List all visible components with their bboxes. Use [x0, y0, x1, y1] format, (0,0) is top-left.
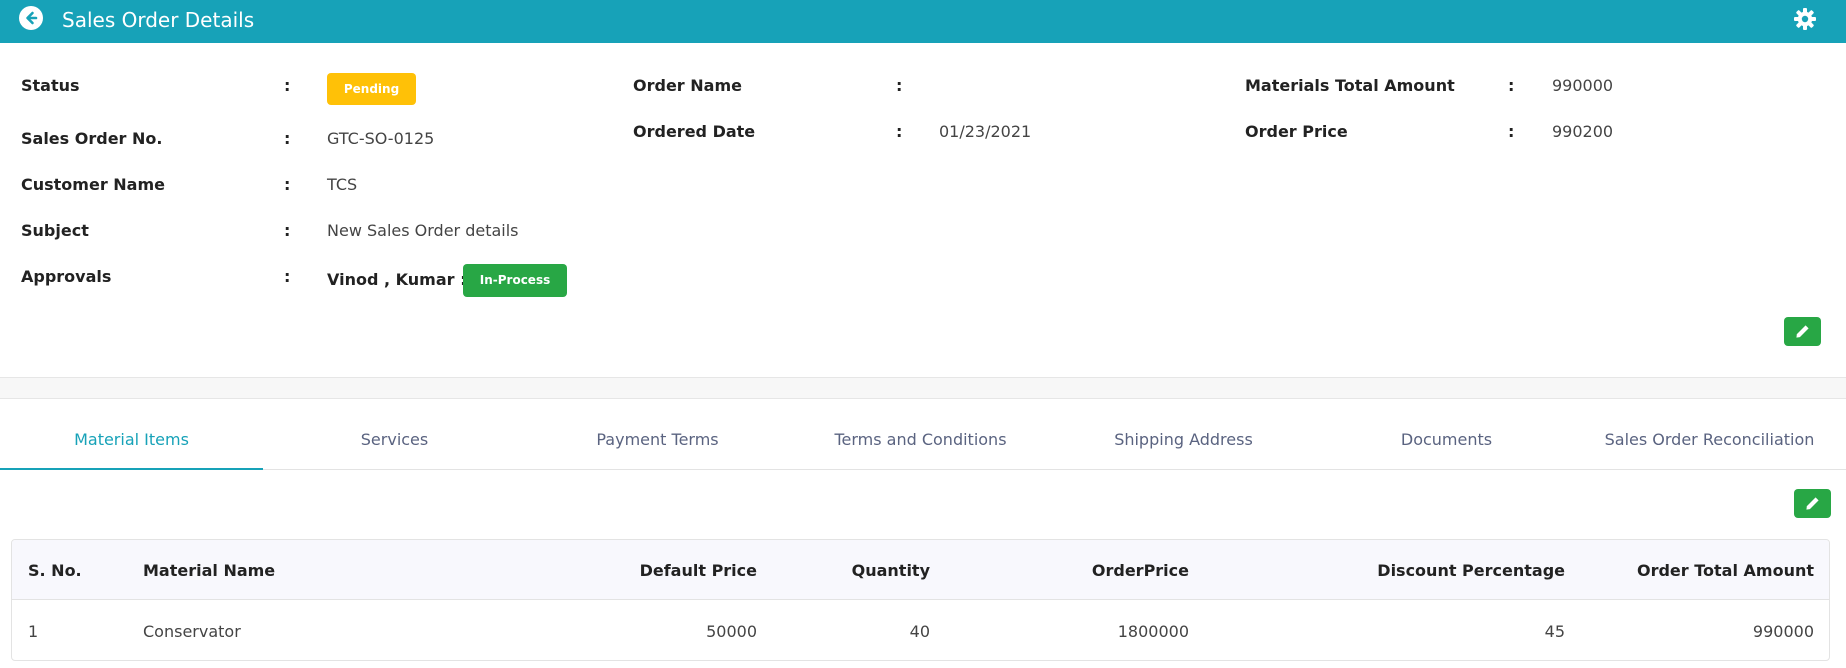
- col-order-total-amount: Order Total Amount: [1636, 561, 1814, 580]
- materials-total-value: 990000: [1552, 76, 1614, 95]
- status-colon: :: [284, 76, 291, 95]
- approvals-label: Approvals: [21, 267, 112, 286]
- pencil-icon: [1806, 497, 1819, 510]
- col-discount-percentage: Discount Percentage: [1377, 561, 1565, 580]
- order-price-label: Order Price: [1245, 122, 1348, 141]
- approval-status-badge: In-Process: [463, 264, 567, 297]
- col-default-price: Default Price: [639, 561, 757, 580]
- tab-terms-and-conditions[interactable]: Terms and Conditions: [789, 399, 1052, 470]
- approvals-colon: :: [284, 267, 291, 286]
- cell-default-price: 50000: [706, 622, 757, 641]
- table-header: S. No. Material Name Default Price Quant…: [12, 540, 1829, 600]
- sales-order-no-colon: :: [284, 129, 291, 148]
- section-separator: [0, 377, 1846, 399]
- cell-discount-percentage: 45: [1544, 622, 1565, 641]
- header-bar: Sales Order Details: [0, 0, 1846, 43]
- ordered-date-colon: :: [896, 122, 903, 141]
- cell-order-total-amount: 990000: [1752, 622, 1814, 641]
- edit-details-button[interactable]: [1784, 317, 1821, 346]
- cell-s-no: 1: [28, 622, 39, 641]
- tab-services[interactable]: Services: [263, 399, 526, 470]
- back-button[interactable]: [19, 6, 43, 30]
- materials-total-label: Materials Total Amount: [1245, 76, 1455, 95]
- ordered-date-value: 01/23/2021: [939, 122, 1032, 141]
- gear-icon: [1794, 8, 1816, 30]
- cell-material-name: Conservator: [143, 622, 241, 641]
- ordered-date-label: Ordered Date: [633, 122, 756, 141]
- col-quantity: Quantity: [851, 561, 930, 580]
- customer-name-value: TCS: [327, 175, 358, 194]
- col-s-no: S. No.: [28, 561, 82, 580]
- col-material-name: Material Name: [143, 561, 276, 580]
- pencil-icon: [1796, 325, 1809, 338]
- arrow-left-circle-icon: [26, 11, 38, 25]
- col-order-price: OrderPrice: [1091, 561, 1189, 580]
- tab-payment-terms[interactable]: Payment Terms: [526, 399, 789, 470]
- cell-order-price: 1800000: [1117, 622, 1189, 641]
- tab-shipping-address[interactable]: Shipping Address: [1052, 399, 1315, 470]
- approvers-name: Vinod , Kumar :: [327, 270, 467, 289]
- page-title: Sales Order Details: [62, 8, 255, 32]
- order-name-label: Order Name: [633, 76, 742, 95]
- order-name-colon: :: [896, 76, 903, 95]
- materials-total-colon: :: [1508, 76, 1515, 95]
- sales-order-no-value: GTC-SO-0125: [327, 129, 435, 148]
- order-price-value: 990200: [1552, 122, 1614, 141]
- tab-material-items[interactable]: Material Items: [0, 399, 263, 470]
- sales-order-no-label: Sales Order No.: [21, 129, 163, 148]
- customer-name-colon: :: [284, 175, 291, 194]
- status-label: Status: [21, 76, 80, 95]
- edit-material-items-button[interactable]: [1794, 489, 1831, 518]
- subject-label: Subject: [21, 221, 89, 240]
- tab-documents[interactable]: Documents: [1315, 399, 1578, 470]
- material-items-table: S. No. Material Name Default Price Quant…: [11, 539, 1830, 661]
- cell-quantity: 40: [909, 622, 930, 641]
- subject-colon: :: [284, 221, 291, 240]
- order-price-colon: :: [1508, 122, 1515, 141]
- tab-bar: Material Items Services Payment Terms Te…: [0, 399, 1846, 470]
- status-badge: Pending: [327, 73, 416, 105]
- settings-button[interactable]: [1793, 7, 1817, 31]
- tab-sales-order-reconciliation[interactable]: Sales Order Reconciliation: [1578, 399, 1841, 470]
- customer-name-label: Customer Name: [21, 175, 165, 194]
- subject-value: New Sales Order details: [327, 221, 519, 240]
